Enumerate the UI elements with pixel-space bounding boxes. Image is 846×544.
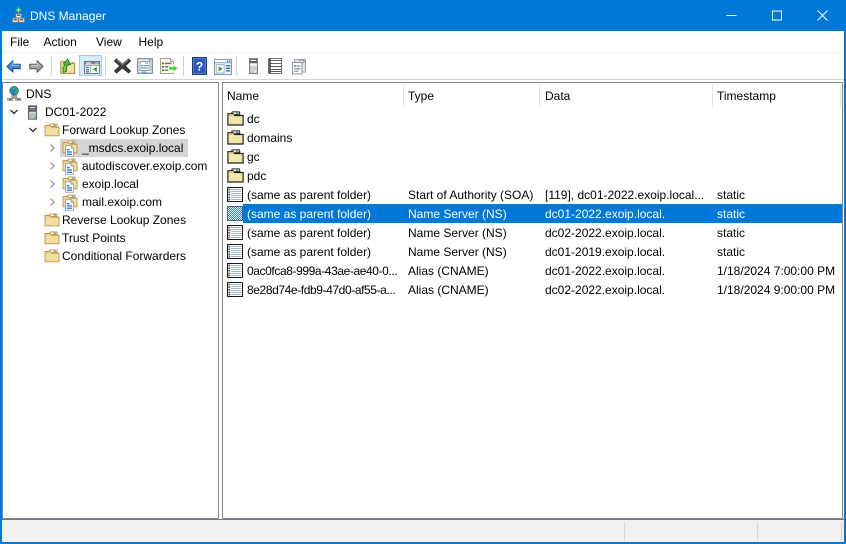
svg-text:?: ? [196,60,203,74]
